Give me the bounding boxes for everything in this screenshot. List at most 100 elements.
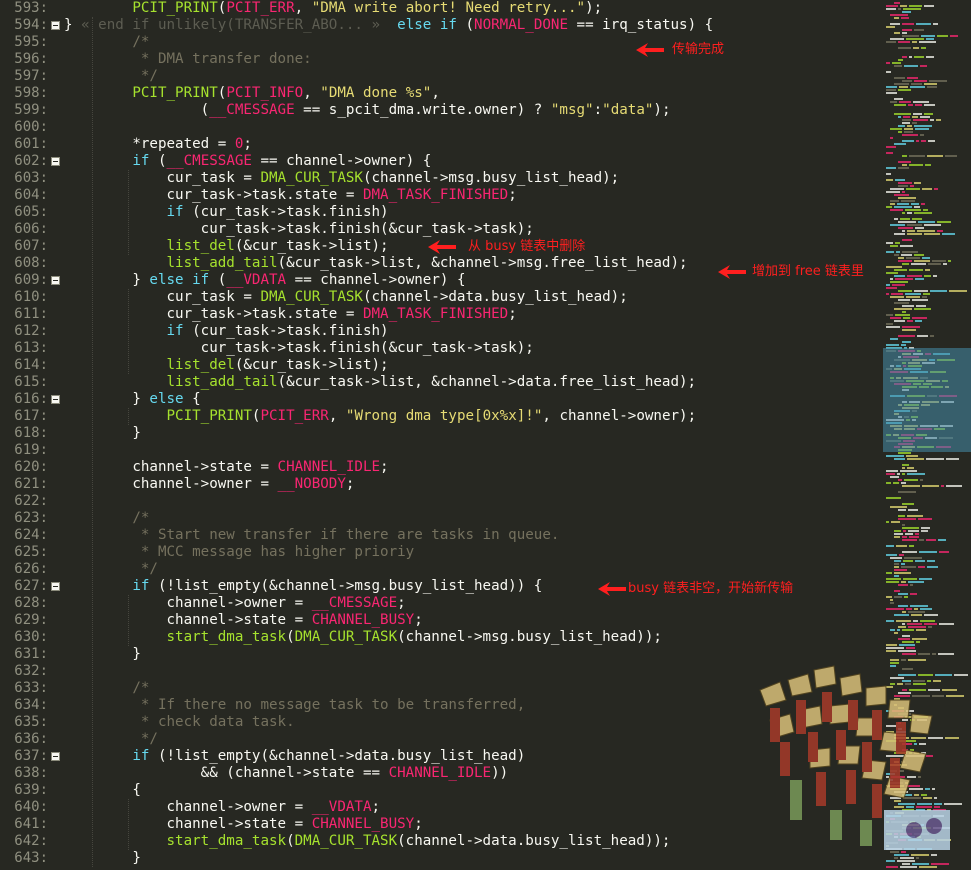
code-line[interactable]: */ <box>64 731 158 748</box>
code-line[interactable]: if (__CMESSAGE == channel->owner) { <box>64 153 431 170</box>
minimap-line <box>902 305 914 307</box>
fold-toggle-icon[interactable] <box>51 395 60 404</box>
code-line[interactable]: } <box>64 425 141 442</box>
minimap-line <box>927 566 938 568</box>
code-line[interactable]: channel->state = CHANNEL_IDLE; <box>64 459 388 476</box>
fold-toggle-icon[interactable] <box>51 582 60 591</box>
minimap-line <box>914 56 924 58</box>
code-line[interactable]: * check data task. <box>64 714 295 731</box>
minimap-line <box>886 266 902 268</box>
code-line[interactable]: } <box>64 646 141 663</box>
code-line[interactable]: channel->state = CHANNEL_BUSY; <box>64 612 422 629</box>
code-token: */ <box>132 731 158 747</box>
line-number: 595: <box>14 34 48 50</box>
minimap-line <box>919 578 932 580</box>
code-line[interactable]: /* <box>64 34 149 51</box>
code-line[interactable]: * MCC message has higher prioriy <box>64 544 414 561</box>
code-line[interactable]: cur_task = DMA_CUR_TASK(channel->msg.bus… <box>64 170 619 187</box>
code-line[interactable]: && (channel->state == CHANNEL_IDLE)) <box>64 765 509 782</box>
code-line[interactable]: PCIT_PRINT(PCIT_INFO, "DMA done %s", <box>64 85 440 102</box>
minimap-line <box>938 653 954 655</box>
minimap-line <box>893 482 899 484</box>
code-line[interactable]: } else if (__VDATA == channel->owner) { <box>64 272 465 289</box>
code-line[interactable]: cur_task->task.finish(&cur_task->task); <box>64 340 534 357</box>
code-line[interactable]: channel->owner = __VDATA; <box>64 799 380 816</box>
minimap-line <box>898 257 904 259</box>
code-line[interactable]: channel->owner = __CMESSAGE; <box>64 595 405 612</box>
minimap-line <box>890 851 899 853</box>
minimap-line <box>886 179 893 181</box>
code-line[interactable]: } « end if unlikely(TRANSFER_ABO... » el… <box>64 17 713 34</box>
minimap-line <box>914 80 927 82</box>
code-line[interactable]: list_add_tail(&cur_task->list, &channel-… <box>64 255 688 272</box>
minimap-line <box>926 56 934 58</box>
code-line[interactable]: if (cur_task->task.finish) <box>64 204 389 221</box>
minimap-line <box>907 224 922 226</box>
code-line[interactable]: * If there no message task to be transfe… <box>64 697 525 714</box>
code-line[interactable]: cur_task->task.state = DMA_TASK_FINISHED… <box>64 306 516 323</box>
code-line[interactable]: start_dma_task(DMA_CUR_TASK(channel->dat… <box>64 833 671 850</box>
code-line[interactable]: (__CMESSAGE == s_pcit_dma.write.owner) ?… <box>64 102 671 119</box>
code-token: ( <box>286 629 295 645</box>
minimap-line <box>894 254 899 256</box>
code-line[interactable]: if (!list_empty(&channel->msg.busy_list_… <box>64 578 542 595</box>
minimap-line <box>902 263 909 265</box>
code-line[interactable]: cur_task->task.finish(&cur_task->task); <box>64 221 534 238</box>
code-line[interactable]: channel->state = CHANNEL_BUSY; <box>64 816 422 833</box>
minimap-viewport-indicator[interactable] <box>883 348 971 452</box>
code-line[interactable]: */ <box>64 561 158 578</box>
fold-toggle-icon[interactable] <box>51 752 60 761</box>
minimap-line <box>886 860 895 862</box>
fold-toggle-icon[interactable] <box>51 157 60 166</box>
minimap-line <box>920 116 930 118</box>
code-line[interactable]: PCIT_PRINT(PCIT_ERR, "DMA write abort! N… <box>64 0 602 17</box>
code-token: } <box>64 17 82 33</box>
code-line[interactable]: if (cur_task->task.finish) <box>64 323 389 340</box>
minimap-line <box>926 539 936 541</box>
minimap-line <box>902 326 920 328</box>
minimap-line <box>886 242 893 244</box>
code-line[interactable]: start_dma_task(DMA_CUR_TASK(channel->msg… <box>64 629 662 646</box>
fold-toggle-icon[interactable] <box>51 276 60 285</box>
code-line[interactable]: /* <box>64 510 149 527</box>
fold-toggle-icon[interactable] <box>51 21 60 30</box>
code-line[interactable]: list_del(&cur_task->list); <box>64 357 389 374</box>
code-line[interactable]: */ <box>64 68 158 85</box>
code-line[interactable]: } else { <box>64 391 200 408</box>
code-token: (!list_empty(&channel->data.busy_list_he… <box>149 748 526 764</box>
code-token: else if <box>149 272 210 288</box>
code-line[interactable]: PCIT_PRINT(PCIT_ERR, "Wrong dma type[0x%… <box>64 408 697 425</box>
minimap-line <box>912 863 929 865</box>
code-line[interactable]: cur_task = DMA_CUR_TASK(channel->data.bu… <box>64 289 627 306</box>
minimap-line <box>903 578 917 580</box>
code-line[interactable]: * Start new transfer if there are tasks … <box>64 527 560 544</box>
code-line[interactable]: channel->owner = __NOBODY; <box>64 476 354 493</box>
code-token: ); <box>653 102 671 118</box>
minimap-line <box>894 98 903 100</box>
minimap-line <box>912 41 917 43</box>
code-line[interactable]: { <box>64 782 141 799</box>
code-line[interactable]: /* <box>64 680 149 697</box>
line-number: 632: <box>14 663 48 679</box>
minimap-line <box>886 470 898 472</box>
minimap-line <box>921 527 930 529</box>
minimap-line <box>904 131 913 133</box>
minimap-line <box>890 128 902 130</box>
minimap-line <box>897 473 900 475</box>
code-line[interactable]: list_del(&cur_task->list); <box>64 238 389 255</box>
code-line[interactable]: * DMA transfer done: <box>64 51 312 68</box>
code-line[interactable]: list_add_tail(&cur_task->list, &channel-… <box>64 374 697 391</box>
code-token: ( <box>64 102 210 118</box>
code-token: NORMAL_DONE <box>474 17 569 33</box>
minimap-line <box>892 62 901 64</box>
code-line[interactable]: cur_task->task.state = DMA_TASK_FINISHED… <box>64 187 516 204</box>
code-token: if <box>166 323 184 339</box>
minimap-line <box>915 128 929 130</box>
code-line[interactable]: if (!list_empty(&channel->data.busy_list… <box>64 748 525 765</box>
code-line[interactable]: } <box>64 850 141 867</box>
minimap-line <box>946 458 959 460</box>
code-token: } <box>64 646 141 662</box>
minimap-line <box>912 116 918 118</box>
minimap-line <box>901 200 915 202</box>
